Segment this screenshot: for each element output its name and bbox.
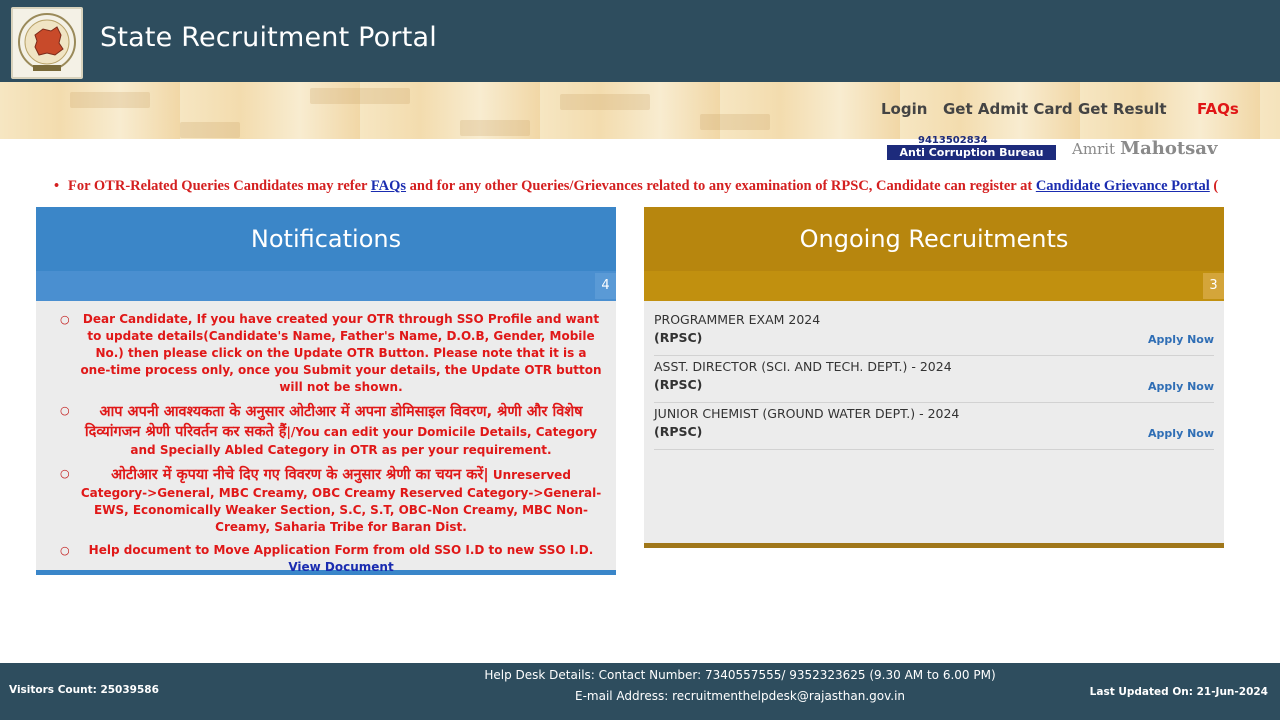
notifications-list: ○ Dear Candidate, If you have created yo… [36, 301, 616, 576]
recruitments-title: Ongoing Recruitments [644, 207, 1224, 271]
anti-corruption-bureau-badge[interactable]: Anti Corruption Bureau [887, 145, 1056, 160]
banner-decoration [310, 88, 410, 104]
banner-decoration [700, 114, 770, 130]
site-footer: Visitors Count: 25039586 Help Desk Detai… [0, 663, 1280, 720]
notification-item: ○ आप अपनी आवश्यकता के अनुसार ओटीआर में अ… [60, 402, 602, 459]
rajasthan-emblem-logo[interactable] [11, 7, 83, 79]
bullet-icon: ○ [60, 404, 70, 417]
recruitments-list: PROGRAMMER EXAM 2024 (RPSC) Apply Now AS… [644, 301, 1224, 450]
notification-text: Dear Candidate, If you have created your… [80, 312, 602, 394]
apply-now-link[interactable]: Apply Now [1148, 427, 1214, 440]
recruitments-count-badge: 3 [1203, 273, 1224, 299]
notification-item: ○ Help document to Move Application Form… [60, 542, 602, 576]
mahotsav-word-1: Amrit [1072, 140, 1116, 158]
bullet-icon: ○ [60, 467, 70, 480]
apply-now-link[interactable]: Apply Now [1148, 333, 1214, 346]
mahotsav-word-2: Mahotsav [1120, 138, 1218, 159]
apply-now-link[interactable]: Apply Now [1148, 380, 1214, 393]
state-map-emblem-icon [18, 13, 76, 71]
nav-get-admit-card[interactable]: Get Admit Card [943, 100, 1073, 118]
marquee-text-3: ( [1209, 178, 1219, 194]
bullet-icon: ○ [60, 313, 70, 326]
notifications-title: Notifications [36, 207, 616, 271]
recruitment-org: (RPSC) [654, 424, 703, 439]
last-updated: Last Updated On: 21-Jun-2024 [1089, 686, 1268, 698]
recruitment-item: PROGRAMMER EXAM 2024 (RPSC) Apply Now [654, 309, 1214, 356]
ongoing-recruitments-panel: Ongoing Recruitments 3 PROGRAMMER EXAM 2… [644, 207, 1224, 548]
recruitments-bar: 3 [644, 271, 1224, 301]
recruitment-title: ASST. DIRECTOR (SCI. AND TECH. DEPT.) - … [654, 359, 952, 374]
recruitment-title: PROGRAMMER EXAM 2024 [654, 312, 821, 327]
marquee-grievance-portal-link[interactable]: Candidate Grievance Portal [1036, 178, 1210, 194]
view-document-link[interactable]: View Document [288, 560, 393, 574]
notification-hindi-text: ओटीआर में कृपया नीचे दिए गए विवरण के अनु… [111, 467, 489, 483]
notifications-count-badge: 4 [595, 273, 616, 299]
page-title: State Recruitment Portal [100, 22, 437, 53]
helpdesk-email: E-mail Address: recruitmenthelpdesk@raja… [574, 689, 906, 703]
notification-item: ○ ओटीआर में कृपया नीचे दिए गए विवरण के अ… [60, 465, 602, 536]
bullet-icon: ○ [60, 544, 70, 557]
acb-helpline-number: 9413502834 [918, 136, 988, 145]
helpdesk-details: Help Desk Details: Contact Number: 73405… [484, 668, 996, 682]
recruitment-title: JUNIOR CHEMIST (GROUND WATER DEPT.) - 20… [654, 406, 960, 421]
banner-decoration [460, 120, 530, 136]
site-header: State Recruitment Portal [0, 0, 1280, 82]
nav-faqs[interactable]: FAQs [1197, 100, 1239, 118]
notifications-panel: Notifications 4 ○ Dear Candidate, If you… [36, 207, 616, 575]
notification-text: Help document to Move Application Form f… [88, 543, 594, 557]
banner-decoration [560, 94, 650, 110]
banner-decoration [180, 122, 240, 138]
amrit-mahotsav-logo: Amrit Mahotsav [1072, 138, 1217, 159]
recruitment-org: (RPSC) [654, 377, 703, 392]
marquee-faqs-link[interactable]: FAQs [371, 178, 406, 194]
recruitment-org: (RPSC) [654, 330, 703, 345]
helpdesk-row: Help Desk Details: Contact Number: 73405… [0, 668, 1280, 682]
recruitment-item: ASST. DIRECTOR (SCI. AND TECH. DEPT.) - … [654, 356, 1214, 403]
banner-decoration [70, 92, 150, 108]
notification-item: ○ Dear Candidate, If you have created yo… [60, 311, 602, 396]
marquee-bullet: • [54, 178, 60, 194]
notifications-bar: 4 [36, 271, 616, 301]
marquee-text-2: and for any other Queries/Grievances rel… [406, 178, 1036, 194]
announcement-marquee: • For OTR-Related Queries Candidates may… [54, 178, 1260, 195]
email-row: E-mail Address: recruitmenthelpdesk@raja… [0, 689, 1280, 703]
nav-get-result[interactable]: Get Result [1078, 100, 1167, 118]
marquee-text-1: For OTR-Related Queries Candidates may r… [68, 178, 371, 194]
nav-login[interactable]: Login [881, 100, 927, 118]
recruitment-item: JUNIOR CHEMIST (GROUND WATER DEPT.) - 20… [654, 403, 1214, 450]
